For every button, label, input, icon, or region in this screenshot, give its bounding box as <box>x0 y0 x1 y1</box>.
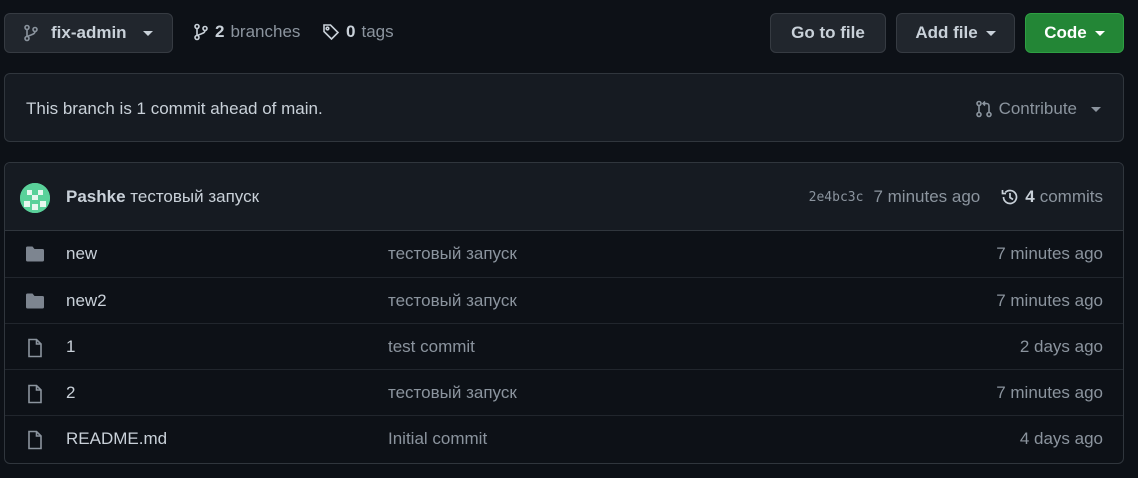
chevron-down-icon <box>1094 30 1105 36</box>
contribute-button[interactable]: Contribute <box>975 99 1101 119</box>
file-commit-message[interactable]: тестовый запуск <box>388 244 517 264</box>
commit-sha[interactable]: 2e4bc3c <box>809 190 864 205</box>
commit-author[interactable]: Pashke <box>66 187 126 206</box>
file-name[interactable]: new2 <box>66 291 107 311</box>
tags-link[interactable]: 0 tags <box>322 22 394 42</box>
add-file-label: Add file <box>915 23 978 42</box>
file-age: 7 minutes ago <box>996 244 1103 263</box>
commit-age: 7 minutes ago <box>873 187 981 206</box>
table-row[interactable]: 1 test commit 2 days ago <box>5 323 1123 369</box>
commit-message[interactable]: тестовый запуск <box>130 187 259 206</box>
commits-history-link[interactable]: 4 commits <box>1000 187 1103 207</box>
tags-label: tags <box>361 22 394 41</box>
commits-count: 4 <box>1025 187 1035 206</box>
file-name[interactable]: 2 <box>66 383 75 403</box>
latest-commit-bar: Pashke тестовый запуск 2e4bc3c 7 minutes… <box>5 163 1123 231</box>
file-commit-message[interactable]: Initial commit <box>388 429 487 449</box>
go-to-file-button[interactable]: Go to file <box>770 13 886 53</box>
code-label: Code <box>1044 23 1087 42</box>
tag-icon <box>322 23 340 41</box>
branches-link[interactable]: 2 branches <box>193 22 300 42</box>
latest-commit-meta: 2e4bc3c 7 minutes ago 4 commits <box>809 187 1103 207</box>
file-rows: new тестовый запуск 7 minutes ago new2 т… <box>5 231 1123 461</box>
tags-count: 0 <box>346 22 356 41</box>
file-age: 2 days ago <box>1019 337 1103 356</box>
file-commit-message[interactable]: test commit <box>388 337 475 357</box>
latest-commit-message: Pashke тестовый запуск <box>66 187 259 207</box>
branch-select-button[interactable]: fix-admin <box>4 13 173 53</box>
file-icon <box>25 430 45 450</box>
file-icon <box>25 338 45 358</box>
chevron-down-icon <box>985 30 996 36</box>
file-name[interactable]: README.md <box>66 429 167 449</box>
table-row[interactable]: README.md Initial commit 4 days ago <box>5 415 1123 461</box>
branch-ahead-banner: This branch is 1 commit ahead of main. C… <box>4 73 1124 142</box>
add-file-button[interactable]: Add file <box>896 13 1015 53</box>
table-row[interactable]: new2 тестовый запуск 7 minutes ago <box>5 277 1123 323</box>
go-to-file-label: Go to file <box>791 23 865 42</box>
branches-count: 2 <box>215 22 225 41</box>
contribute-label: Contribute <box>998 99 1077 118</box>
file-age: 7 minutes ago <box>996 291 1103 310</box>
folder-icon <box>25 245 45 263</box>
file-commit-message[interactable]: тестовый запуск <box>388 383 517 403</box>
file-age: 4 days ago <box>1019 429 1103 448</box>
file-age: 7 minutes ago <box>996 383 1103 402</box>
table-row[interactable]: new тестовый запуск 7 minutes ago <box>5 231 1123 277</box>
table-row[interactable]: 2 тестовый запуск 7 minutes ago <box>5 369 1123 415</box>
file-name[interactable]: 1 <box>66 337 75 357</box>
file-icon <box>25 384 45 404</box>
branch-name: fix-admin <box>51 23 127 42</box>
git-branch-icon <box>23 24 39 42</box>
file-list: Pashke тестовый запуск 2e4bc3c 7 minutes… <box>4 162 1124 464</box>
commits-label: commits <box>1039 187 1103 206</box>
file-name[interactable]: new <box>66 244 97 264</box>
ahead-message: This branch is 1 commit ahead of main. <box>26 99 323 118</box>
chevron-down-icon <box>1091 106 1101 112</box>
code-button[interactable]: Code <box>1025 13 1124 53</box>
folder-icon <box>25 292 45 310</box>
pull-request-icon <box>975 100 993 118</box>
git-branch-icon <box>193 23 209 41</box>
file-commit-message[interactable]: тестовый запуск <box>388 291 517 311</box>
history-icon <box>1000 187 1020 207</box>
repo-toolbar: fix-admin 2 branches 0 tags Go to file A… <box>0 0 1138 66</box>
branches-label: branches <box>230 22 301 41</box>
avatar[interactable] <box>20 183 50 213</box>
chevron-down-icon <box>142 30 153 36</box>
